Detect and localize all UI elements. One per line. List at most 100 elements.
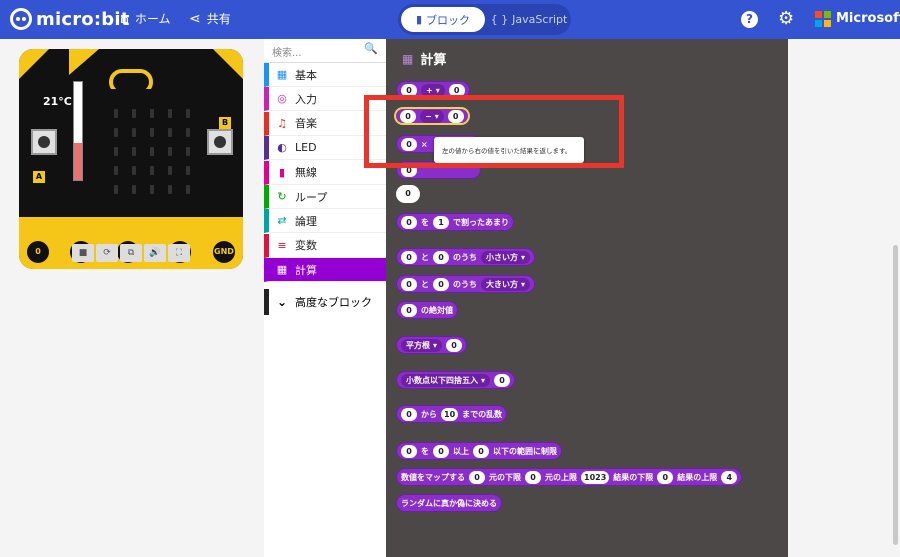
block-round[interactable]: 小数点以下四捨五入 0 xyxy=(396,371,516,389)
num-b[interactable]: 1 xyxy=(433,215,449,229)
search-box[interactable]: 検索... 🔍 xyxy=(264,39,386,63)
mute-icon[interactable]: 🔊 xyxy=(144,244,166,262)
temperature-fill xyxy=(74,142,82,180)
tab-javascript[interactable]: { } JavaScript xyxy=(490,7,568,32)
category-label: ループ xyxy=(295,190,328,204)
num-b[interactable]: 10 xyxy=(441,407,459,421)
block-text: 以下の範囲に制限 xyxy=(493,446,557,456)
num-b[interactable]: 0 xyxy=(525,470,541,484)
block-text: で割ったあまり xyxy=(453,217,509,227)
home-label: ホーム xyxy=(134,12,171,26)
category-item[interactable]: ⇄ 論理 xyxy=(264,209,386,234)
gear-icon[interactable]: ⚙ xyxy=(778,8,794,29)
num-a[interactable]: 0 xyxy=(494,373,511,387)
top-bar: micro:bit ⌂ ホーム ⋖ 共有 ▮ ブロック { } JavaScri… xyxy=(0,0,900,39)
button-b-label: B xyxy=(219,117,231,129)
signal-icon: ▮ xyxy=(278,165,286,179)
pin-0[interactable]: 0 xyxy=(27,241,49,263)
block-max[interactable]: 0 と 0 のうち 大きい方 xyxy=(396,275,536,293)
block-random-bool[interactable]: ランダムに真か偽に決める xyxy=(396,494,502,512)
fullscreen-icon[interactable]: ⛶ xyxy=(168,244,190,262)
slowmo-icon[interactable]: ⧉ xyxy=(120,244,142,262)
calculator-icon: ▦ xyxy=(276,263,288,277)
help-icon[interactable]: ? xyxy=(741,11,758,28)
simulator-panel: 21°C A B 0 1 2 3V GND ■ ⟳ ⧉ 🔊 ⛶ xyxy=(0,39,264,557)
category-item[interactable]: ▦ 基本 xyxy=(264,63,386,87)
share-label: 共有 xyxy=(206,12,231,26)
share-icon: ⋖ xyxy=(189,10,201,27)
microbit-logo[interactable]: micro:bit xyxy=(10,8,130,30)
num-a[interactable]: 0 xyxy=(401,407,417,421)
block-min[interactable]: 0 と 0 のうち 小さい方 xyxy=(396,248,536,266)
num-a[interactable]: 0 xyxy=(401,277,417,291)
microsoft-logo-icon xyxy=(815,11,831,27)
block-text: から xyxy=(421,409,437,419)
workspace-scrollbar[interactable] xyxy=(893,245,898,545)
stop-icon[interactable]: ■ xyxy=(72,244,94,262)
block-text: 元の上限 xyxy=(545,472,577,482)
microbit-logo-icon xyxy=(10,8,32,30)
block-text: の絶対値 xyxy=(421,305,453,315)
num-b[interactable]: 0 xyxy=(433,250,449,264)
button-a[interactable] xyxy=(31,129,57,155)
category-label: 計算 xyxy=(295,263,317,277)
editor-toggle: ▮ ブロック { } JavaScript xyxy=(398,4,571,35)
tab-blocks[interactable]: ▮ ブロック xyxy=(401,7,485,32)
home-icon: ⌂ xyxy=(120,10,129,27)
restart-icon[interactable]: ⟳ xyxy=(96,244,118,262)
num-b[interactable]: 0 xyxy=(433,277,449,291)
category-label: LED xyxy=(295,141,317,155)
target-icon: ◎ xyxy=(277,92,287,106)
block-number[interactable]: 0 xyxy=(396,185,420,203)
temperature-slider[interactable] xyxy=(73,81,83,181)
highlight-box xyxy=(364,95,624,168)
category-label: 論理 xyxy=(295,214,317,228)
flyout-header: ▦ 計算 xyxy=(402,49,447,69)
block-map[interactable]: 数値をマップする 0 元の下限 0 元の上限 1023 結果の下限 0 結果の上… xyxy=(396,468,743,486)
shuffle-icon: ⇄ xyxy=(277,214,287,228)
num-a[interactable]: 0 xyxy=(469,470,485,484)
list-icon: ≡ xyxy=(277,238,287,252)
category-label: 変数 xyxy=(295,239,317,253)
minmax-dropdown[interactable]: 大きい方 xyxy=(481,277,531,291)
microsoft-label: Microsoft xyxy=(836,11,900,26)
func-dropdown[interactable]: 平方根 xyxy=(401,338,443,352)
share-button[interactable]: ⋖ 共有 xyxy=(189,10,231,27)
num-a[interactable]: 0 xyxy=(446,338,463,352)
advanced-blocks[interactable]: ⌄ 高度なブロック xyxy=(264,289,386,315)
block-sqrt[interactable]: 平方根 0 xyxy=(396,336,468,354)
op-label: + xyxy=(426,85,433,95)
block-text: 結果の下限 xyxy=(613,472,654,482)
flyout-title: 計算 xyxy=(420,53,447,68)
num-c[interactable]: 1023 xyxy=(581,470,610,484)
num-a[interactable]: 0 xyxy=(401,215,417,229)
category-item[interactable]: ▦ 計算 xyxy=(264,258,386,283)
block-random[interactable]: 0 から 10 までの乱数 xyxy=(396,405,508,423)
block-abs[interactable]: 0 の絶対値 xyxy=(396,301,458,319)
search-input[interactable]: 検索... xyxy=(272,44,302,59)
home-button[interactable]: ⌂ ホーム xyxy=(120,10,171,27)
block-text: 以上 xyxy=(453,446,469,456)
calculator-icon: ▦ xyxy=(402,51,414,66)
button-b[interactable] xyxy=(207,129,233,155)
func-dropdown[interactable]: 小数点以下四捨五入 xyxy=(401,373,491,387)
num-e[interactable]: 4 xyxy=(721,470,738,484)
num-a[interactable]: 0 xyxy=(401,444,417,458)
category-label: 入力 xyxy=(295,92,317,106)
num-a[interactable]: 0 xyxy=(401,303,417,317)
num-d[interactable]: 0 xyxy=(657,470,674,484)
chevron-down-icon: ⌄ xyxy=(276,295,288,309)
category-item[interactable]: ≡ 変数 xyxy=(264,233,386,258)
category-item[interactable]: ↻ ループ xyxy=(264,185,386,209)
blocks-icon: ▮ xyxy=(415,13,423,26)
loop-icon: ↻ xyxy=(277,190,287,203)
num-b[interactable]: 0 xyxy=(433,444,449,458)
num-c[interactable]: 0 xyxy=(473,444,489,458)
pin-gnd[interactable]: GND xyxy=(213,241,235,263)
num-a[interactable]: 0 xyxy=(401,250,417,264)
minmax-dropdown[interactable]: 小さい方 xyxy=(481,250,531,264)
block-remainder[interactable]: 0 を 1 で割ったあまり xyxy=(396,213,514,231)
toggle-icon: ◐ xyxy=(277,141,287,155)
block-constrain[interactable]: 0 を 0 以上 0 以下の範囲に制限 xyxy=(396,442,562,460)
workspace[interactable] xyxy=(788,39,900,557)
